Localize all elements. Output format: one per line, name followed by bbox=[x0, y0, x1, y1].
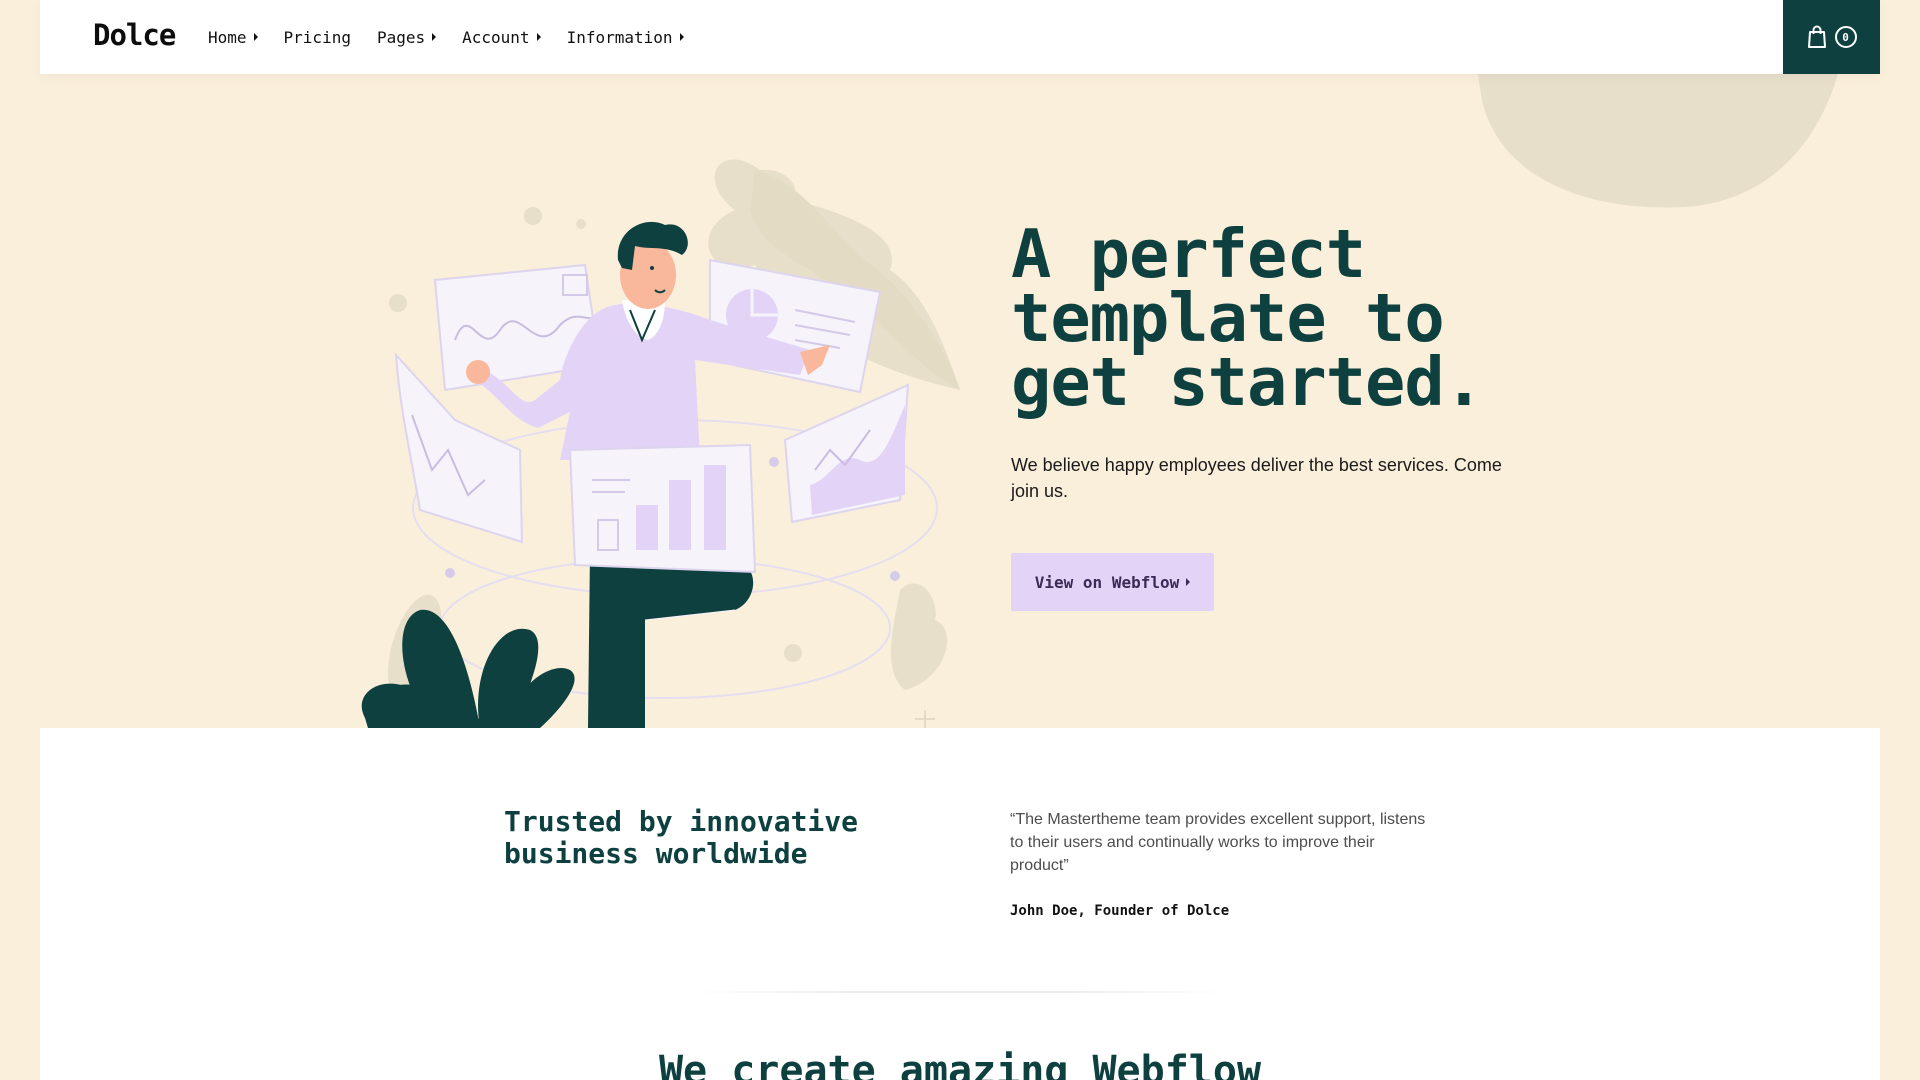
cart-count-badge: 0 bbox=[1834, 26, 1857, 48]
testimonial-author: John Doe, Founder of Dolce bbox=[1010, 903, 1230, 919]
caret-right-icon bbox=[536, 33, 541, 41]
section-divider bbox=[690, 991, 1230, 993]
main-nav: Home Pricing Pages Account Information bbox=[208, 0, 710, 74]
caret-right-icon bbox=[1186, 578, 1191, 586]
nav-item-label: Account bbox=[462, 27, 530, 47]
testimonial-quote: “The Mastertheme team provides excellent… bbox=[1010, 811, 1426, 874]
caret-right-icon bbox=[432, 33, 437, 41]
nav-item-account[interactable]: Account bbox=[462, 27, 541, 47]
nav-item-information[interactable]: Information bbox=[567, 28, 684, 47]
nav-item-label: Pricing bbox=[283, 27, 351, 47]
cart-button[interactable]: 0 bbox=[1783, 0, 1880, 74]
brand-logo[interactable]: Dolce bbox=[93, 18, 176, 52]
shopping-bag-icon bbox=[1807, 25, 1826, 48]
nav-item-pages[interactable]: Pages bbox=[376, 27, 437, 47]
hero-subtitle: We believe happy employees deliver the b… bbox=[1011, 455, 1502, 501]
trusted-heading: Trusted by innovative business worldwide bbox=[504, 805, 859, 870]
hero-title: A perfect template to get started. bbox=[1011, 215, 1484, 421]
hero-illustration bbox=[361, 159, 960, 728]
caret-right-icon bbox=[253, 33, 258, 41]
view-on-webflow-button[interactable]: View on Webflow bbox=[1011, 553, 1214, 611]
nav-item-label: Pages bbox=[376, 27, 426, 47]
section-title: We create amazing Webflow bbox=[658, 1048, 1262, 1080]
nav-item-label: Home bbox=[208, 27, 247, 47]
testimonial-section: Trusted by innovative business worldwide… bbox=[40, 728, 1880, 1080]
navbar: Dolce Home Pricing Pages Account Informa… bbox=[40, 0, 1880, 74]
caret-right-icon bbox=[679, 33, 684, 41]
nav-item-home[interactable]: Home bbox=[208, 28, 258, 47]
nav-item-label: Information bbox=[566, 27, 673, 47]
nav-item-pricing[interactable]: Pricing bbox=[284, 28, 351, 47]
cta-label: View on Webflow bbox=[1034, 572, 1180, 592]
